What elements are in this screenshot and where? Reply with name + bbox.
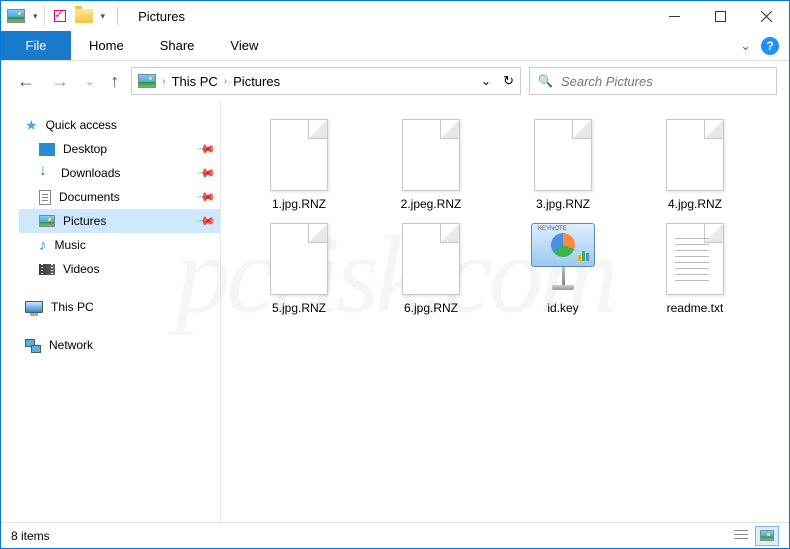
file-icon — [666, 119, 724, 191]
qat-newfolder-icon[interactable] — [75, 7, 93, 25]
back-button[interactable]: ← — [13, 71, 39, 92]
sidebar-item-pictures[interactable]: Pictures 📌 — [19, 209, 220, 233]
sidebar-label: Pictures — [63, 214, 106, 228]
sidebar-this-pc[interactable]: This PC — [19, 295, 220, 319]
location-icon — [138, 72, 156, 90]
sidebar-label: Network — [49, 338, 93, 352]
ribbon-expand-icon[interactable]: ⌄ — [740, 38, 751, 54]
qat-dropdown-icon[interactable]: ▾ — [101, 11, 106, 22]
file-item[interactable]: 5.jpg.RNZ — [249, 223, 349, 315]
pin-icon: 📌 — [196, 187, 216, 207]
sidebar-label: Desktop — [63, 142, 107, 156]
file-item[interactable]: 4.jpg.RNZ — [645, 119, 745, 211]
text-file-icon — [666, 223, 724, 295]
tab-share[interactable]: Share — [142, 31, 213, 60]
pin-icon: 📌 — [196, 139, 216, 159]
maximize-button[interactable] — [697, 1, 743, 31]
file-item[interactable]: 6.jpg.RNZ — [381, 223, 481, 315]
recent-dropdown-icon[interactable]: ⌄ — [81, 75, 98, 88]
file-icon — [270, 119, 328, 191]
thumbnails-icon — [760, 530, 774, 541]
window-title: Pictures — [138, 9, 185, 24]
details-icon — [734, 530, 748, 542]
sidebar-item-music[interactable]: ♪ Music — [19, 233, 220, 257]
search-box[interactable]: 🔍 — [529, 67, 777, 95]
file-item[interactable]: KEYNOTE id.key — [513, 223, 613, 315]
sidebar-item-desktop[interactable]: Desktop 📌 — [19, 137, 220, 161]
chevron-right-icon[interactable]: › — [224, 76, 227, 87]
file-icon — [402, 119, 460, 191]
minimize-button[interactable] — [651, 1, 697, 31]
sidebar-label: Videos — [63, 262, 99, 276]
nav-bar: ← → ⌄ ↑ › This PC › Pictures ⌄ ↻ 🔍 — [1, 61, 789, 101]
qat-properties-icon[interactable] — [51, 7, 69, 25]
network-icon — [25, 339, 41, 351]
file-item[interactable]: 3.jpg.RNZ — [513, 119, 613, 211]
forward-button[interactable]: → — [47, 71, 73, 92]
close-button[interactable] — [743, 1, 789, 31]
search-input[interactable] — [561, 74, 768, 89]
file-item[interactable]: 1.jpg.RNZ — [249, 119, 349, 211]
sidebar-label: Documents — [59, 190, 120, 204]
breadcrumb-root[interactable]: This PC — [172, 74, 218, 89]
file-name: 6.jpg.RNZ — [404, 301, 458, 315]
search-icon: 🔍 — [538, 74, 553, 88]
sidebar-label: Music — [55, 238, 86, 252]
star-icon: ★ — [25, 117, 38, 134]
tab-view[interactable]: View — [212, 31, 276, 60]
item-count: 8 items — [11, 529, 50, 543]
help-icon[interactable]: ? — [761, 37, 779, 55]
view-details-button[interactable] — [729, 526, 753, 546]
music-icon: ♪ — [39, 237, 47, 254]
sidebar-item-documents[interactable]: Documents 📌 — [19, 185, 220, 209]
up-button[interactable]: ↑ — [106, 71, 123, 92]
view-thumbnails-button[interactable] — [755, 526, 779, 546]
pc-icon — [25, 301, 43, 313]
file-name: id.key — [547, 301, 578, 315]
file-name: 1.jpg.RNZ — [272, 197, 326, 211]
pin-icon: 📌 — [196, 163, 216, 183]
file-tab[interactable]: File — [1, 31, 71, 60]
file-item[interactable]: readme.txt — [645, 223, 745, 315]
sidebar-item-downloads[interactable]: Downloads 📌 — [19, 161, 220, 185]
refresh-button[interactable]: ↻ — [503, 73, 514, 89]
pictures-icon — [39, 215, 55, 227]
sidebar-label: This PC — [51, 300, 94, 314]
file-name: 2.jpeg.RNZ — [401, 197, 462, 211]
sidebar-quick-access[interactable]: ★ Quick access — [19, 113, 220, 137]
videos-icon — [39, 264, 55, 275]
title-bar: ▾ ▾ Pictures — [1, 1, 789, 31]
file-name: 3.jpg.RNZ — [536, 197, 590, 211]
downloads-icon — [39, 166, 53, 180]
chevron-right-icon[interactable]: › — [162, 76, 165, 87]
tab-home[interactable]: Home — [71, 31, 142, 60]
file-item[interactable]: 2.jpeg.RNZ — [381, 119, 481, 211]
sidebar-label: Quick access — [46, 118, 117, 132]
file-name: 4.jpg.RNZ — [668, 197, 722, 211]
status-bar: 8 items — [1, 522, 789, 548]
address-bar[interactable]: › This PC › Pictures ⌄ ↻ — [131, 67, 521, 95]
nav-tree: ★ Quick access Desktop 📌 Downloads 📌 Docum… — [1, 101, 221, 522]
address-dropdown-icon[interactable]: ⌄ — [481, 74, 491, 88]
file-name: readme.txt — [667, 301, 724, 315]
keynote-icon: KEYNOTE — [527, 223, 599, 295]
documents-icon — [39, 190, 51, 205]
pin-icon: 📌 — [196, 211, 216, 231]
file-name: 5.jpg.RNZ — [272, 301, 326, 315]
desktop-icon — [39, 143, 55, 156]
sidebar-item-videos[interactable]: Videos — [19, 257, 220, 281]
breadcrumb-current[interactable]: Pictures — [233, 74, 280, 89]
file-icon — [534, 119, 592, 191]
file-pane[interactable]: 1.jpg.RNZ 2.jpeg.RNZ 3.jpg.RNZ 4.jpg.RNZ 5.j… — [221, 101, 789, 522]
app-icon — [7, 7, 25, 25]
app-dropdown-icon[interactable]: ▾ — [33, 11, 38, 22]
sidebar-label: Downloads — [61, 166, 120, 180]
ribbon: File Home Share View ⌄ ? — [1, 31, 789, 61]
sidebar-network[interactable]: Network — [19, 333, 220, 357]
file-icon — [270, 223, 328, 295]
file-icon — [402, 223, 460, 295]
